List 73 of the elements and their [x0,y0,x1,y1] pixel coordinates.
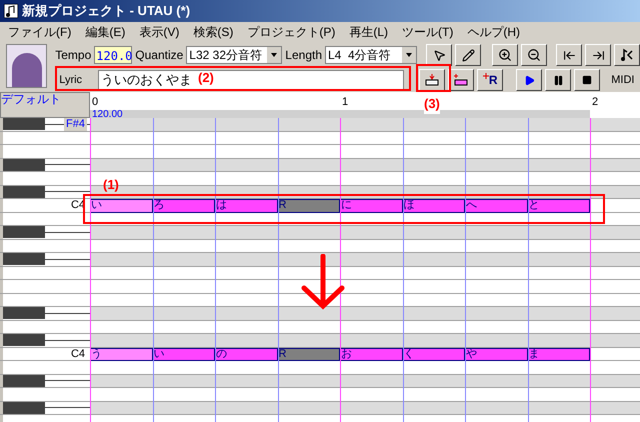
midi-label: MIDI [611,72,634,88]
zoom-in-icon [498,48,512,62]
note-block[interactable]: や [465,348,528,361]
zoom-in-button[interactable] [492,44,518,66]
to-start-button[interactable] [556,44,582,66]
caret-icon [267,47,282,63]
note-block[interactable]: へ [465,199,528,212]
play-icon [524,74,535,86]
menu-item[interactable]: 再生(L) [349,23,388,41]
menu-item[interactable]: ファイル(F) [8,23,72,41]
insert-lyric-button[interactable] [419,69,446,91]
note-block[interactable]: と [528,199,590,212]
zoom-out-button[interactable] [521,44,547,66]
menu-item[interactable]: ツール(T) [402,23,454,41]
pencil-tool-button[interactable] [455,44,481,66]
caret-icon [402,47,416,63]
note-block[interactable]: う [90,348,152,361]
menu-item[interactable]: ヘルプ(H) [467,23,520,41]
note-arrow-icon [620,48,634,62]
measure-number: 2 [591,96,598,108]
note-block[interactable]: は [215,199,278,212]
piano-key[interactable] [3,253,45,266]
tempo-label: Tempo [55,47,92,64]
annotation-label: (1) [103,176,119,194]
lyric-label: Lyric [59,72,84,88]
add-note-button[interactable] [448,69,474,91]
insert-bar-icon [424,73,440,87]
stop-icon [582,75,592,85]
pause-button[interactable] [545,69,572,91]
piano-key[interactable] [3,226,45,238]
measure-number: 0 [91,96,98,108]
to-end-button[interactable] [585,44,611,66]
piano-key[interactable] [3,334,45,346]
note-block[interactable]: い [90,199,152,212]
length-select[interactable]: L4 4分音符 [325,46,417,64]
avatar-placeholder [6,44,48,88]
annotation-box [416,64,451,92]
quantize-select[interactable]: L32 32分音符 [186,46,282,64]
arrow-to-end-icon [592,48,604,62]
note-block[interactable]: ほ [402,199,465,212]
quantize-label: Quantize [135,47,184,64]
menu-item[interactable]: 検索(S) [193,23,234,41]
key-label: F#4 [64,118,87,131]
pencil-icon [462,48,474,62]
key-label: C4 [70,348,86,360]
piano-key[interactable] [3,118,45,130]
note-back-button[interactable] [614,44,640,66]
play-button[interactable] [516,69,542,91]
measure-number: 1 [341,96,348,108]
piano-key[interactable] [3,307,45,320]
window-title: 新規プロジェクト - UTAU (*) [22,2,190,20]
note-block[interactable]: に [340,199,402,212]
note-block[interactable]: ろ [152,199,215,212]
rest-note[interactable]: R [278,199,340,212]
add-bar-icon [453,73,470,87]
length-label: Length [285,47,322,64]
note-block[interactable]: の [215,348,278,361]
menu-item[interactable]: プロジェクト(P) [247,23,336,41]
down-arrow [300,254,346,310]
tempo-field[interactable]: 120.0 [94,46,132,64]
annotation-label: (2) [198,69,214,87]
pointer-icon [432,48,446,62]
note-block[interactable]: お [340,348,402,361]
plus-icon [482,73,489,79]
pointer-tool-button[interactable] [426,44,452,66]
menu-item[interactable]: 編集(E) [85,23,126,41]
pause-icon [552,74,564,86]
zoom-out-icon [527,48,541,62]
arrow-to-start-icon [562,48,576,62]
add-rest-button[interactable]: R [477,69,504,91]
stop-button[interactable] [574,69,600,91]
note-icon [4,4,18,18]
menu-item[interactable]: 表示(V) [139,23,180,41]
